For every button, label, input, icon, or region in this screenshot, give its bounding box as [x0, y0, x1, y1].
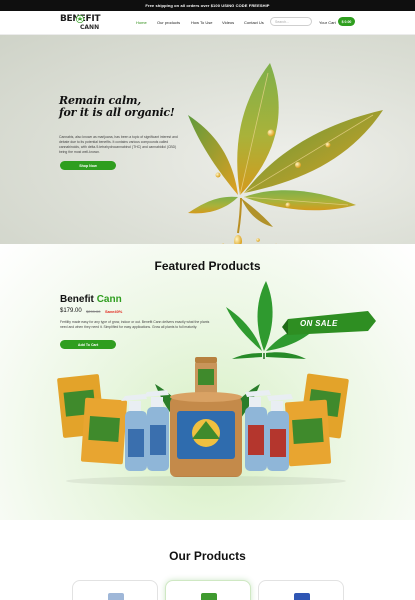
product-price: $179.00	[60, 308, 82, 314]
hero-title: Remain calm, for it is all organic!	[59, 95, 194, 119]
product-save-badge: Save40%	[105, 309, 123, 314]
cart-total-button[interactable]: $ 0.00	[338, 17, 355, 26]
product-card[interactable]	[165, 580, 251, 600]
product-card[interactable]	[72, 580, 158, 600]
promo-bar: Free shipping on all orders over $100 US…	[0, 0, 415, 11]
hero-title-line2: for it is all organic!	[59, 106, 175, 119]
cannabis-leaf-illustration	[188, 63, 383, 244]
hero-section: Remain calm, for it is all organic! Cann…	[0, 35, 415, 244]
product-price-old: $299.00	[86, 309, 101, 314]
logo-leaf-icon	[76, 15, 84, 23]
search-placeholder: Search...	[275, 19, 290, 24]
logo-text-bottom: CANN	[80, 24, 100, 31]
promo-text: Free shipping on all orders over $100 US…	[145, 3, 270, 8]
on-sale-text: ON SALE	[300, 319, 338, 328]
product-thumbnail	[201, 593, 217, 600]
our-products-title: Our Products	[169, 549, 246, 563]
nav-videos[interactable]: Videos	[222, 20, 234, 25]
product-name-part2: Cann	[96, 294, 122, 305]
featured-section: Featured Products Benefit Cann $179.00 $…	[0, 244, 415, 520]
nav-our-products[interactable]: Our products	[157, 20, 180, 25]
product-bundle-image	[57, 357, 349, 486]
nav-how-to-use[interactable]: How To Use	[191, 20, 213, 25]
shop-now-button[interactable]: Shop Now	[60, 161, 116, 170]
site-logo[interactable]: BENEFIT CANN	[60, 14, 101, 33]
product-thumbnail	[294, 593, 310, 600]
nav-contact-us[interactable]: Contact Us	[244, 20, 264, 25]
nav-home[interactable]: Home	[136, 20, 147, 25]
our-products-section: Our Products	[0, 520, 415, 600]
featured-product-name: Benefit Cann	[60, 294, 122, 305]
cart-label[interactable]: Your Cart	[319, 20, 336, 25]
hero-description: Cannabis, also known as marijuana, has b…	[59, 135, 178, 154]
product-name-part1: Benefit	[60, 294, 94, 305]
product-card[interactable]	[258, 580, 344, 600]
search-input[interactable]: Search...	[270, 17, 312, 26]
site-header: BENEFIT CANN Home Our products How To Us…	[0, 11, 415, 35]
product-thumbnail	[108, 593, 124, 600]
product-description: Fertility made easy for any type of grow…	[60, 320, 210, 329]
featured-title: Featured Products	[154, 259, 261, 273]
